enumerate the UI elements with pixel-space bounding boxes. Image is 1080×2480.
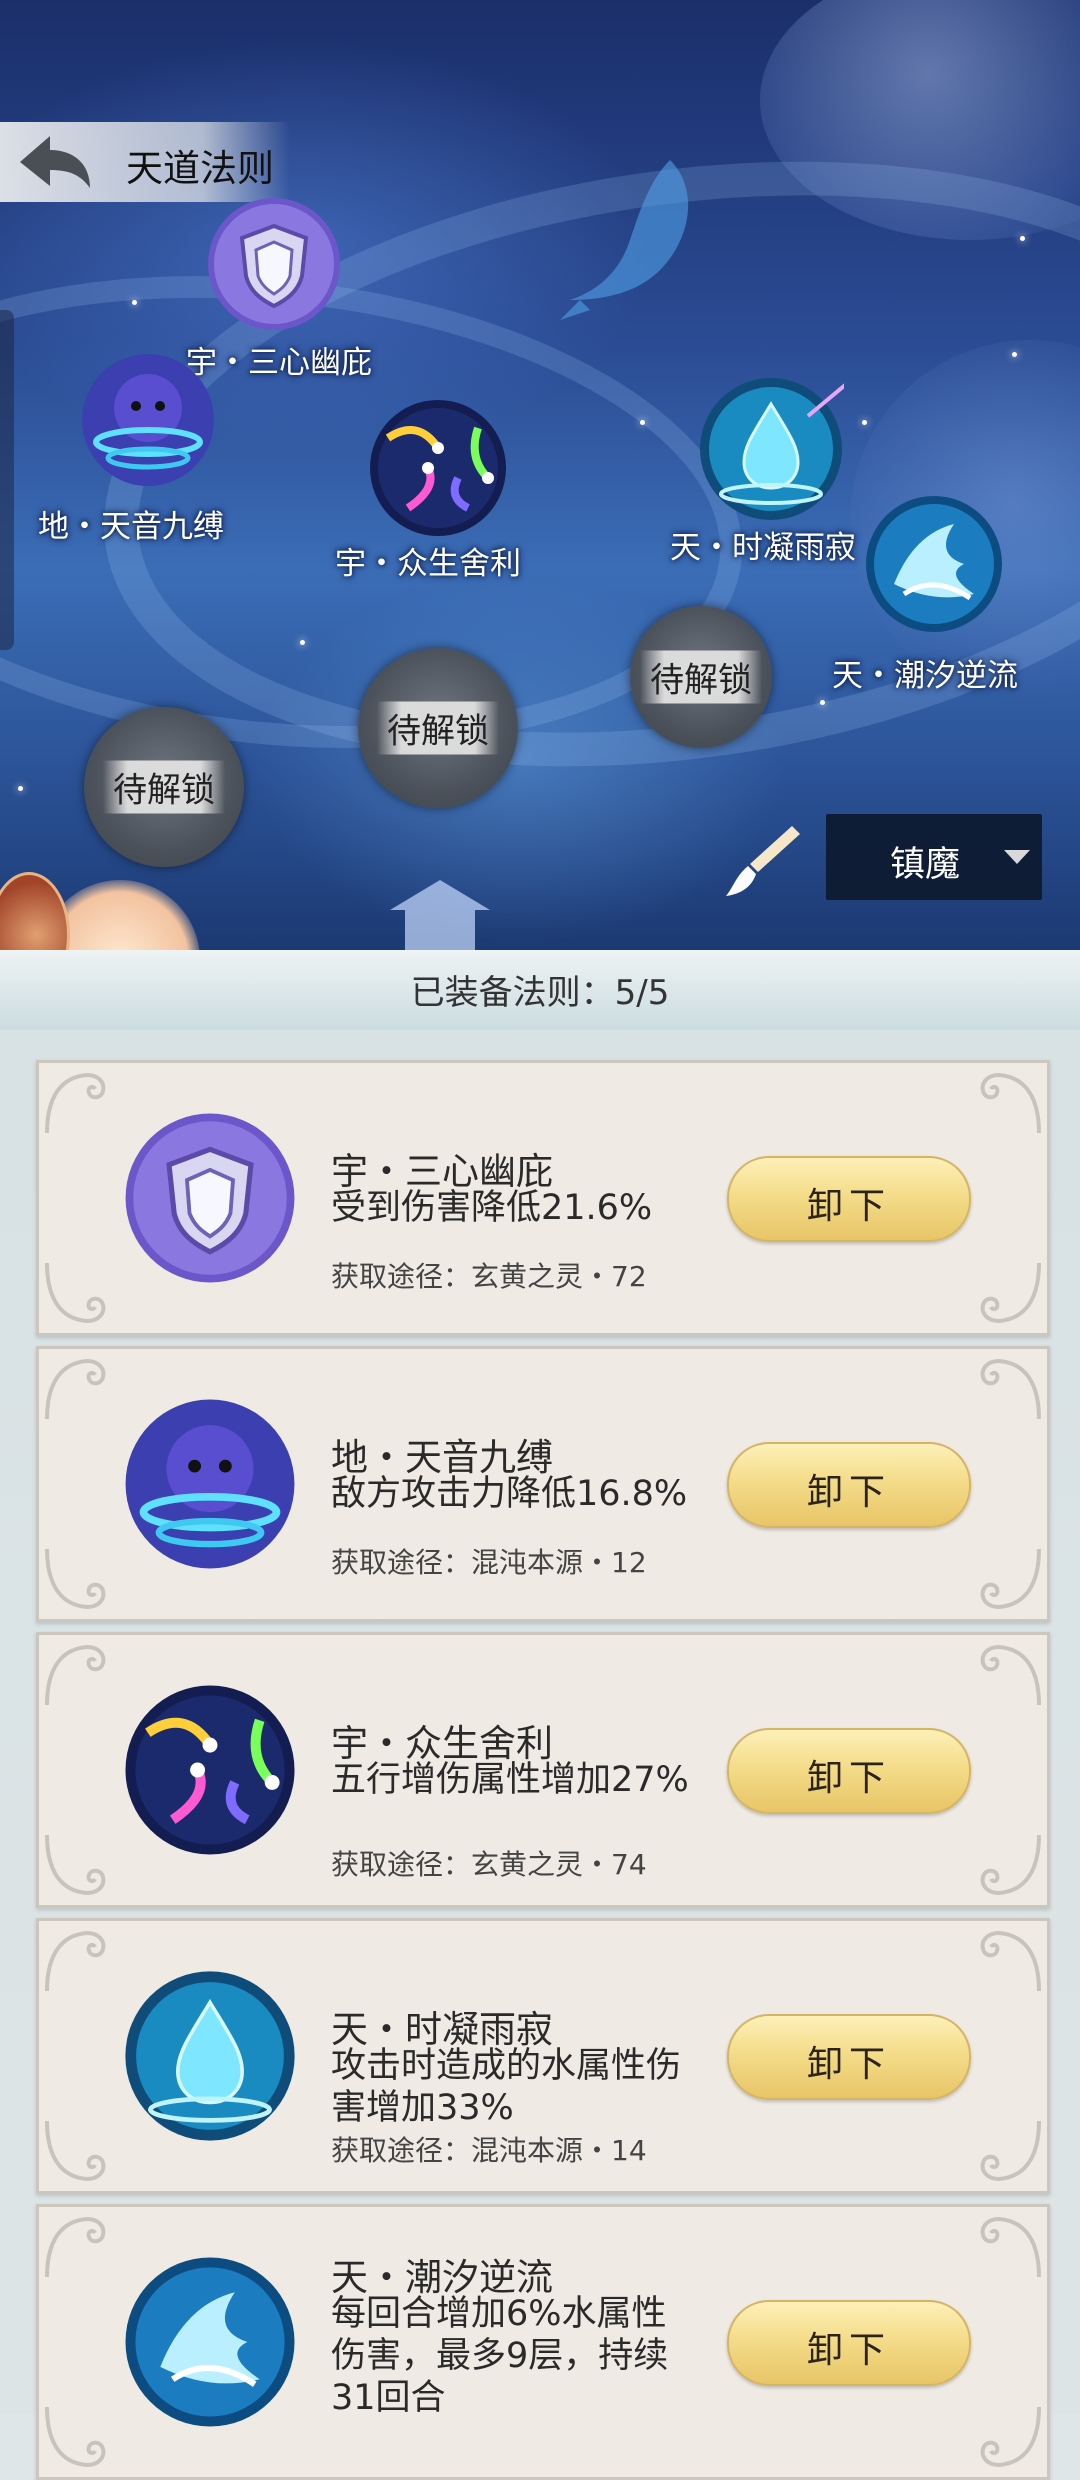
star xyxy=(1012,352,1017,357)
cloud-corner-ornament xyxy=(973,2117,1043,2187)
unequip-button-label: 卸下 xyxy=(806,1472,891,1513)
law-node-zhongsheng[interactable] xyxy=(368,398,508,538)
colorful-comets-icon[interactable] xyxy=(123,1683,297,1857)
cloud-corner-ornament xyxy=(43,2117,113,2187)
treasure-chest-button[interactable] xyxy=(0,872,70,950)
cloud-corner-ornament xyxy=(973,1259,1043,1329)
law-card-effect: 受到伤害降低21.6% xyxy=(331,1188,653,1228)
side-drawer-handle[interactable] xyxy=(0,310,14,650)
unequip-button[interactable]: 卸下 xyxy=(727,1728,971,1814)
unequip-button[interactable]: 卸下 xyxy=(727,1442,971,1528)
cloud-corner-ornament xyxy=(43,1545,113,1615)
law-node-shining[interactable] xyxy=(698,376,844,522)
law-node-chaoxi[interactable] xyxy=(864,494,1004,634)
tide-wave-icon[interactable] xyxy=(123,2255,297,2429)
tide-wave-icon xyxy=(866,496,1002,632)
cloud-corner-ornament xyxy=(973,1067,1043,1137)
star xyxy=(820,700,825,705)
locked-label: 待解锁 xyxy=(377,701,499,755)
unequip-button-label: 卸下 xyxy=(806,2330,891,2371)
star xyxy=(1020,236,1025,241)
law-card-effect: 每回合增加6%水属性伤害，最多9层，持续31回合 xyxy=(331,2294,669,2418)
page-title: 天道法则 xyxy=(126,147,274,190)
shield-rune-icon xyxy=(208,198,340,330)
cloud-corner-ornament xyxy=(43,2211,113,2281)
law-star-map: 天道法则 宇・三心幽庇 地・天音九缚 宇・众生舍利 天・时凝雨寂 天・潮汐逆流 … xyxy=(0,0,1080,950)
star xyxy=(132,300,137,305)
law-node-label: 天・潮汐逆流 xyxy=(832,658,1018,694)
locked-label: 待解锁 xyxy=(103,760,225,814)
spirit-vortex-icon xyxy=(82,354,214,486)
colorful-comets-icon xyxy=(370,400,506,536)
cloud-corner-ornament xyxy=(43,1067,113,1137)
cloud-corner-ornament xyxy=(973,2211,1043,2281)
cloud-corner-ornament xyxy=(973,1353,1043,1423)
star xyxy=(862,420,867,425)
locked-law-slot[interactable]: 待解锁 xyxy=(358,648,518,808)
water-drop-icon[interactable] xyxy=(123,1969,297,2143)
law-card: 天・潮汐逆流 每回合增加6%水属性伤害，最多9层，持续31回合 卸下 xyxy=(36,2204,1050,2480)
unequip-button-label: 卸下 xyxy=(806,2044,891,2085)
law-card-effect: 敌方攻击力降低16.8% xyxy=(331,1474,688,1514)
unequip-button-label: 卸下 xyxy=(806,1758,891,1799)
law-card: 天・时凝雨寂 攻击时造成的水属性伤害增加33% 获取途径：混沌本源・14 卸下 xyxy=(36,1918,1050,2194)
cloud-corner-ornament xyxy=(973,1545,1043,1615)
law-card-source: 获取途径：玄黄之灵・72 xyxy=(331,1260,647,1293)
pagoda-decoration xyxy=(390,880,490,950)
whale-constellation-icon xyxy=(560,160,689,320)
water-drop-icon xyxy=(700,378,844,520)
cloud-corner-ornament xyxy=(43,1259,113,1329)
spirit-vortex-icon[interactable] xyxy=(123,1397,297,1571)
cloud-corner-ornament xyxy=(43,1925,113,1995)
law-node-sanxin[interactable] xyxy=(206,196,342,332)
law-card-source: 获取途径：混沌本源・12 xyxy=(331,1546,647,1579)
law-node-label: 地・天音九缚 xyxy=(38,509,224,545)
locked-label: 待解锁 xyxy=(640,650,762,704)
law-node-label: 宇・众生舍利 xyxy=(335,546,521,582)
unequip-button-label: 卸下 xyxy=(806,1186,891,1227)
law-card-source: 获取途径：混沌本源・14 xyxy=(331,2134,647,2167)
cloud-corner-ornament xyxy=(973,1925,1043,1995)
law-card: 宇・三心幽庇 受到伤害降低21.6% 获取途径：玄黄之灵・72 卸下 xyxy=(36,1060,1050,1336)
star xyxy=(640,420,645,425)
cloud-corner-ornament xyxy=(973,1831,1043,1901)
law-node-label: 天・时凝雨寂 xyxy=(670,530,856,566)
law-card-effect: 攻击时造成的水属性伤害增加33% xyxy=(331,2046,682,2128)
cloud-corner-ornament xyxy=(973,1639,1043,1709)
cloud-corner-ornament xyxy=(43,1639,113,1709)
locked-law-slot[interactable]: 待解锁 xyxy=(84,707,244,867)
cloud-corner-ornament xyxy=(43,1831,113,1901)
shield-rune-icon[interactable] xyxy=(123,1111,297,1285)
law-card-source: 获取途径：玄黄之灵・74 xyxy=(331,1848,647,1881)
unequip-button[interactable]: 卸下 xyxy=(727,1156,971,1242)
law-node-tianyin[interactable] xyxy=(80,352,216,488)
unequip-button[interactable]: 卸下 xyxy=(727,2300,971,2386)
cloud-corner-ornament xyxy=(43,1353,113,1423)
law-card-effect: 五行增伤属性增加27% xyxy=(331,1760,689,1800)
back-arrow-icon[interactable] xyxy=(14,128,94,196)
brush-icon[interactable] xyxy=(722,820,802,900)
locked-law-slot[interactable]: 待解锁 xyxy=(630,606,772,748)
mode-dropdown-value: 镇魔 xyxy=(890,845,961,885)
star xyxy=(18,786,23,791)
law-card: 地・天音九缚 敌方攻击力降低16.8% 获取途径：混沌本源・12 卸下 xyxy=(36,1346,1050,1622)
unequip-button[interactable]: 卸下 xyxy=(727,2014,971,2100)
equipped-count: 已装备法则：5/5 xyxy=(410,973,670,1013)
mode-dropdown[interactable]: 镇魔 xyxy=(826,814,1042,900)
chevron-down-icon xyxy=(1004,850,1030,864)
star xyxy=(300,640,305,645)
law-card: 宇・众生舍利 五行增伤属性增加27% 获取途径：玄黄之灵・74 卸下 xyxy=(36,1632,1050,1908)
